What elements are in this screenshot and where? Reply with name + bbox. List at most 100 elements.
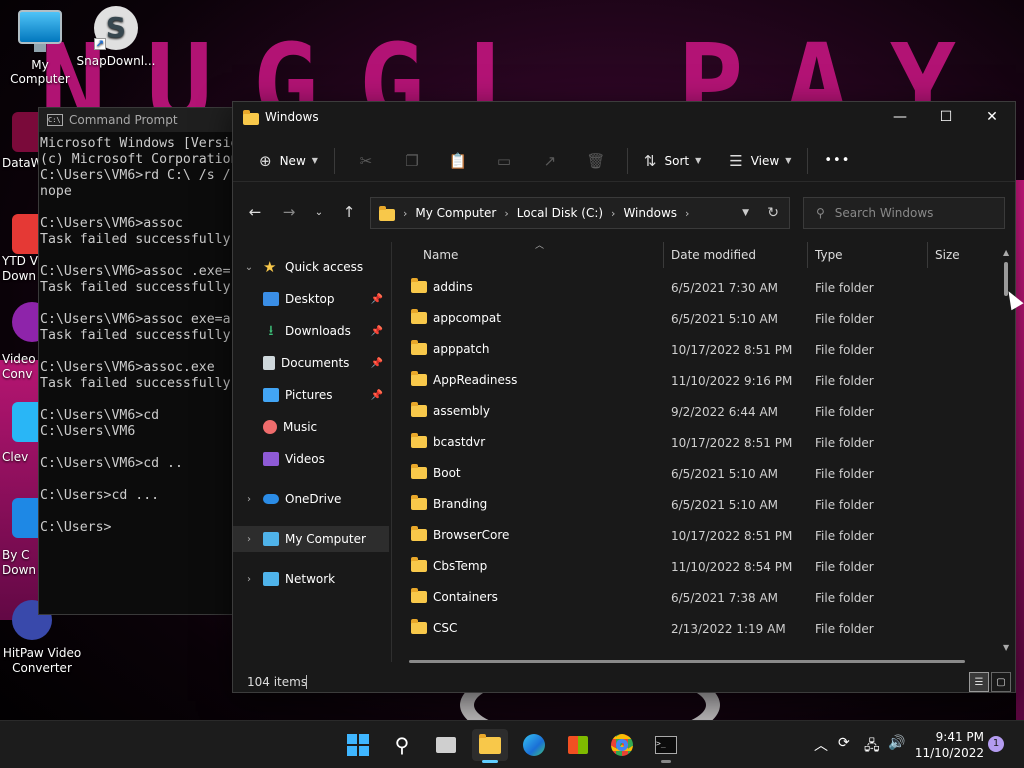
table-row[interactable]: CSC 2/13/2022 1:19 AM File folder bbox=[399, 613, 999, 644]
copy-button[interactable]: ❐ bbox=[389, 145, 435, 177]
nav-label: Videos bbox=[285, 452, 325, 466]
toolbar-divider bbox=[807, 147, 809, 174]
pin-icon[interactable]: 📌 bbox=[371, 390, 383, 401]
table-row[interactable]: Boot 6/5/2021 5:10 AM File folder bbox=[399, 458, 999, 489]
notification-badge[interactable]: 1 bbox=[988, 736, 1004, 752]
delete-button[interactable]: 🗑 bbox=[573, 145, 619, 177]
desktop-icon-my-computer[interactable]: My Computer bbox=[0, 0, 80, 86]
sync-icon[interactable]: ⟳ bbox=[838, 735, 850, 751]
desktop-icon-label: SnapDownl... bbox=[76, 54, 156, 68]
breadcrumb-my-computer[interactable]: My Computer bbox=[415, 206, 496, 220]
file-name: Containers bbox=[433, 590, 498, 604]
file-explorer-taskbar-button[interactable] bbox=[472, 729, 508, 763]
scroll-up-arrow[interactable]: ▲ bbox=[1003, 248, 1009, 257]
pin-icon[interactable]: 📌 bbox=[371, 358, 383, 369]
nav-label: Downloads bbox=[285, 324, 351, 338]
share-button[interactable]: ↗ bbox=[527, 145, 573, 177]
task-view-button[interactable] bbox=[428, 729, 464, 761]
explorer-titlebar[interactable]: Windows — ☐ ✕ bbox=[233, 102, 1015, 132]
search-box[interactable]: ⚲ bbox=[803, 197, 1005, 229]
store-taskbar-button[interactable] bbox=[560, 729, 596, 761]
file-name-cell: Containers bbox=[411, 588, 498, 604]
recent-locations-button[interactable]: ⌄ bbox=[305, 198, 333, 226]
monitor-icon bbox=[263, 532, 279, 546]
column-header-type[interactable]: Type bbox=[815, 242, 843, 268]
column-header-date[interactable]: Date modified bbox=[671, 242, 756, 268]
search-taskbar-button[interactable]: ⚲ bbox=[384, 729, 420, 761]
rename-button[interactable]: ▭ bbox=[481, 145, 527, 177]
pin-icon[interactable]: 📌 bbox=[371, 326, 383, 337]
file-explorer-window[interactable]: Windows — ☐ ✕ ⊕ New ▼ ✂ ❐ 📋 ▭ ↗ 🗑 ⇅ Sort… bbox=[232, 101, 1016, 693]
cloud-icon bbox=[263, 494, 279, 504]
up-button[interactable]: ↑ bbox=[335, 198, 363, 226]
cmd-output[interactable]: Microsoft Windows [Version (c) Microsoft… bbox=[39, 132, 237, 612]
table-row[interactable]: Branding 6/5/2021 5:10 AM File folder bbox=[399, 489, 999, 520]
nav-onedrive[interactable]: › OneDrive bbox=[233, 486, 389, 512]
back-button[interactable]: ← bbox=[241, 198, 269, 226]
sort-button[interactable]: ⇅ Sort ▼ bbox=[636, 145, 709, 177]
breadcrumb-local-disk[interactable]: Local Disk (C:) bbox=[517, 206, 603, 220]
table-row[interactable]: assembly 9/2/2022 6:44 AM File folder bbox=[399, 396, 999, 427]
nav-my-computer[interactable]: › My Computer bbox=[233, 526, 389, 552]
pane-splitter[interactable] bbox=[391, 242, 392, 662]
table-row[interactable]: Containers 6/5/2021 7:38 AM File folder bbox=[399, 582, 999, 613]
column-divider[interactable] bbox=[927, 242, 928, 268]
search-input[interactable] bbox=[834, 206, 995, 220]
nav-music[interactable]: Music bbox=[233, 414, 389, 440]
nav-pictures[interactable]: Pictures 📌 bbox=[233, 382, 389, 408]
nav-desktop[interactable]: Desktop 📌 bbox=[233, 286, 389, 312]
column-divider[interactable] bbox=[807, 242, 808, 268]
column-divider[interactable] bbox=[663, 242, 664, 268]
edge-icon bbox=[523, 734, 545, 756]
large-icons-view-button[interactable]: ▢ bbox=[991, 672, 1011, 692]
nav-downloads[interactable]: ⭳ Downloads 📌 bbox=[233, 318, 389, 344]
file-type: File folder bbox=[815, 498, 874, 512]
details-view-button[interactable]: ☰ bbox=[969, 672, 989, 692]
nav-network[interactable]: › Network bbox=[233, 566, 389, 592]
scroll-down-arrow[interactable]: ▼ bbox=[1003, 643, 1009, 652]
file-list: ︿ Name Date modified Type Size addins 6/5… bbox=[399, 242, 1007, 662]
more-options-button[interactable]: ••• bbox=[816, 145, 858, 177]
nav-documents[interactable]: Documents 📌 bbox=[233, 350, 389, 376]
paste-button[interactable]: 📋 bbox=[435, 145, 481, 177]
pin-icon[interactable]: 📌 bbox=[371, 294, 383, 305]
chrome-taskbar-button[interactable] bbox=[604, 729, 640, 761]
terminal-taskbar-button[interactable]: >_ bbox=[648, 729, 684, 763]
forward-button[interactable]: → bbox=[275, 198, 303, 226]
chevron-down-icon: ▼ bbox=[311, 156, 318, 165]
desktop-icon-snapdownloader[interactable]: S ↗ SnapDownl... bbox=[76, 0, 156, 68]
column-header-size[interactable]: Size bbox=[935, 242, 960, 268]
table-row[interactable]: appcompat 6/5/2021 5:10 AM File folder bbox=[399, 303, 999, 334]
show-hidden-icons-button[interactable]: ︿ bbox=[814, 735, 828, 755]
address-bar[interactable]: › My Computer › Local Disk (C:) › Window… bbox=[370, 197, 790, 229]
table-row[interactable]: BrowserCore 10/17/2022 8:51 PM File folder bbox=[399, 520, 999, 551]
nav-quick-access[interactable]: ⌄ ★ Quick access bbox=[233, 254, 389, 280]
command-prompt-window[interactable]: C:\ Command Prompt Microsoft Windows [Ve… bbox=[38, 107, 238, 615]
address-history-dropdown[interactable]: ▼ bbox=[742, 208, 749, 218]
file-name-cell: apppatch bbox=[411, 340, 489, 356]
view-button[interactable]: ☰ View ▼ bbox=[721, 145, 799, 177]
nav-videos[interactable]: Videos bbox=[233, 446, 389, 472]
horizontal-scrollbar[interactable] bbox=[409, 660, 965, 663]
table-row[interactable]: AppReadiness 11/10/2022 9:16 PM File folde… bbox=[399, 365, 999, 396]
volume-icon[interactable]: 🔊 bbox=[888, 735, 905, 751]
new-button[interactable]: ⊕ New ▼ bbox=[251, 145, 326, 177]
table-row[interactable]: apppatch 10/17/2022 8:51 PM File folder bbox=[399, 334, 999, 365]
minimize-button[interactable]: — bbox=[877, 102, 923, 132]
cut-button[interactable]: ✂ bbox=[343, 145, 389, 177]
close-button[interactable]: ✕ bbox=[969, 102, 1015, 132]
table-row[interactable]: CbsTemp 11/10/2022 8:54 PM File folder bbox=[399, 551, 999, 582]
date-modified: 6/5/2021 7:30 AM bbox=[671, 281, 779, 295]
item-count: 104 items bbox=[247, 675, 308, 689]
breadcrumb-windows[interactable]: Windows bbox=[623, 206, 677, 220]
column-header-name[interactable]: Name bbox=[423, 242, 458, 268]
table-row[interactable]: bcastdvr 10/17/2022 8:51 PM File folder bbox=[399, 427, 999, 458]
start-button[interactable] bbox=[340, 729, 376, 761]
clock[interactable]: 9:41 PM 11/10/2022 bbox=[912, 729, 984, 761]
network-icon[interactable]: 🖧 bbox=[864, 735, 880, 759]
edge-taskbar-button[interactable] bbox=[516, 729, 552, 761]
table-row[interactable]: addins 6/5/2021 7:30 AM File folder bbox=[399, 272, 999, 303]
maximize-button[interactable]: ☐ bbox=[923, 102, 969, 132]
refresh-button[interactable]: ↻ bbox=[767, 205, 779, 221]
cmd-titlebar[interactable]: C:\ Command Prompt bbox=[39, 108, 237, 132]
